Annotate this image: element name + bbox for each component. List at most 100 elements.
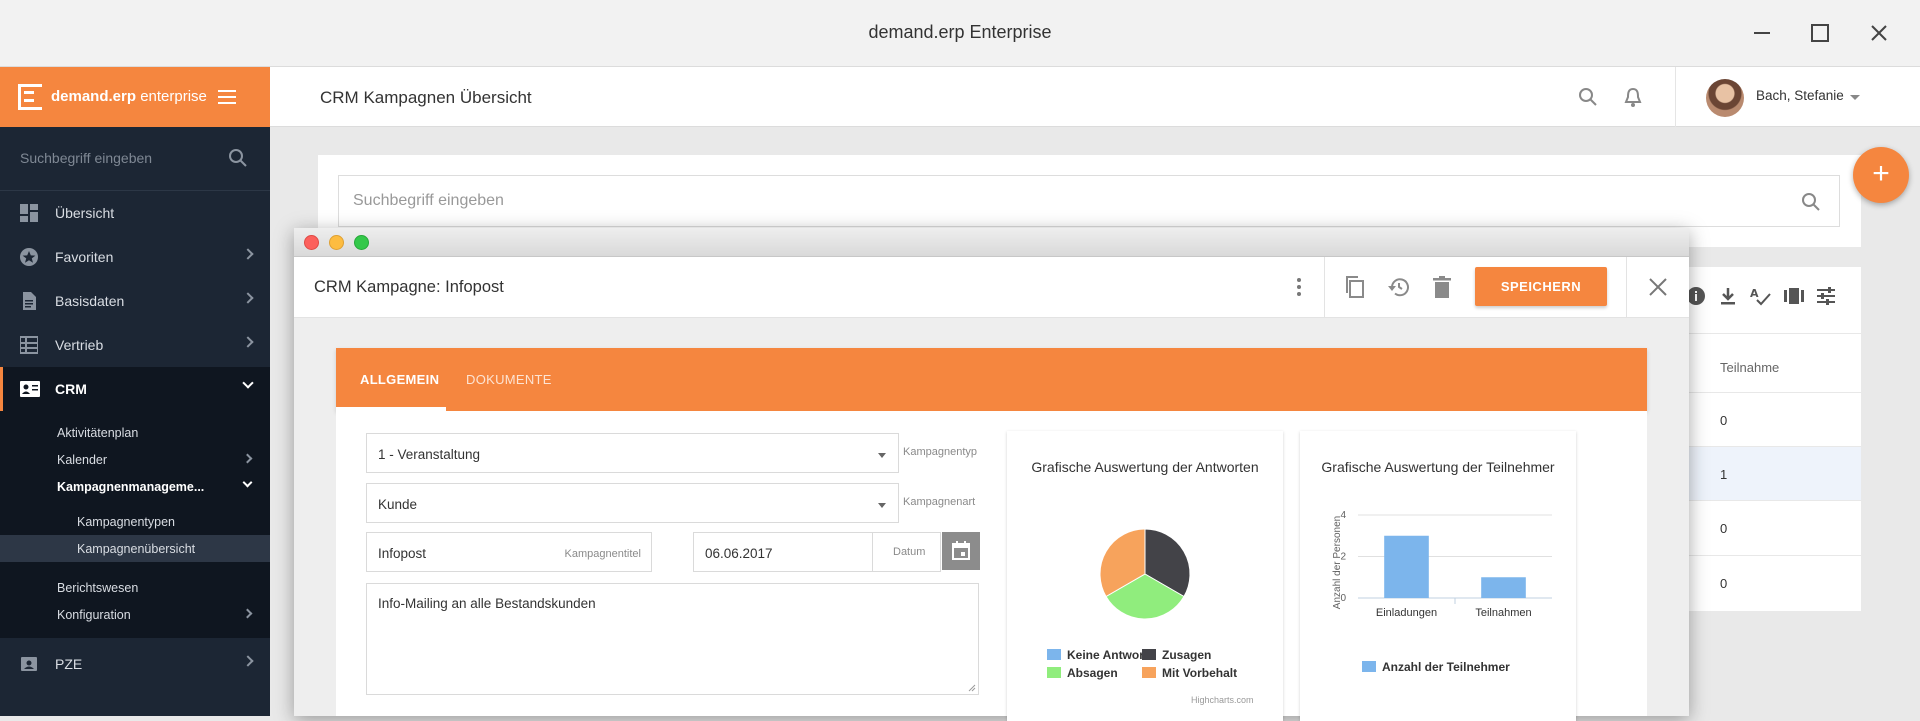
topbar-divider (1675, 67, 1676, 127)
chevron-down-icon (242, 377, 254, 389)
campaign-dialog: CRM Kampagne: Infopost SPEICHERN ALLGEME… (294, 228, 1689, 721)
sidebar-item-favoriten[interactable]: Favoriten (0, 235, 270, 279)
submenu-item-kalender[interactable]: Kalender (0, 446, 270, 473)
minimize-dot-icon[interactable] (329, 235, 344, 250)
sidebar-search[interactable]: Suchbegriff eingeben (0, 127, 270, 191)
legend-item[interactable]: Zusagen (1142, 648, 1211, 662)
sidebar-item-pze[interactable]: PZE (0, 642, 270, 686)
delete-icon[interactable] (1432, 275, 1452, 304)
sidebar-item-vertrieb[interactable]: Vertrieb (0, 323, 270, 367)
minimize-icon[interactable] (1747, 18, 1777, 48)
zoom-dot-icon[interactable] (354, 235, 369, 250)
kampagnenart-label: Kampagnenart (903, 496, 976, 508)
tab-allgemein[interactable]: ALLGEMEIN (360, 372, 439, 387)
list-search-placeholder: Suchbegriff eingeben (353, 192, 504, 209)
sidebar-item-label: Übersicht (55, 205, 115, 221)
user-name[interactable]: Bach, Stefanie (1756, 88, 1844, 103)
table-row[interactable]: 1 (1686, 446, 1861, 500)
datum-label: Datum (893, 546, 926, 558)
x-tick-label: Teilnahmen (1475, 607, 1531, 619)
kampagnentitel-label: Kampagnentitel (564, 548, 641, 560)
dropdown-caret-icon (878, 453, 886, 458)
table-row[interactable]: 0 (1686, 500, 1861, 554)
datum-divider (872, 533, 873, 571)
submenu-item-kampagnenmanagement[interactable]: Kampagnenmanageme... (0, 473, 270, 500)
sidebar: demand.erp enterprise Suchbegriff eingeb… (0, 67, 270, 716)
sidebar-search-input[interactable]: Suchbegriff eingeben (20, 150, 152, 166)
legend-item[interactable]: Mit Vorbehalt (1142, 666, 1237, 680)
datum-input[interactable]: 06.06.2017 Datum (693, 532, 941, 572)
submenu-item-aktivitaetenplan[interactable]: Aktivitätenplan (0, 419, 270, 446)
tab-dokumente[interactable]: DOKUMENTE (466, 372, 552, 387)
chevron-right-icon (242, 608, 253, 619)
submenu-item-kampagnentypen[interactable]: Kampagnentypen (0, 508, 270, 535)
chart-title: Grafische Auswertung der Teilnehmer (1321, 459, 1555, 475)
sidebar-item-uebersicht[interactable]: Übersicht (0, 191, 270, 235)
dialog-title: CRM Kampagne: Infopost (314, 278, 504, 296)
dropdown-caret-icon (878, 503, 886, 508)
sidebar-item-label: Favoriten (55, 249, 114, 265)
kampagnentyp-select[interactable]: 1 - Veranstaltung (366, 433, 899, 473)
table-divider (1686, 333, 1861, 334)
legend-item[interactable]: Anzahl der Teilnehmer (1362, 660, 1510, 674)
kampagnenart-select[interactable]: Kunde (366, 483, 899, 523)
dialog-titlebar[interactable] (294, 228, 1689, 257)
sidebar-item-basisdaten[interactable]: Basisdaten (0, 279, 270, 323)
add-button[interactable]: + (1853, 147, 1909, 203)
sidebar-item-label: PZE (55, 656, 83, 672)
more-vert-icon[interactable] (1296, 277, 1302, 302)
caret-down-icon[interactable] (1850, 95, 1860, 100)
bar-teilnahmen[interactable] (1481, 577, 1526, 598)
kampagnentitel-input[interactable]: Infopost Kampagnentitel (366, 532, 652, 572)
chevron-right-icon (242, 292, 254, 304)
table-row[interactable]: 0 (1686, 555, 1861, 609)
crm-submenu: Aktivitätenplan Kalender Kampagnenmanage… (0, 411, 270, 638)
menu-toggle-icon[interactable] (218, 90, 236, 104)
badge-icon (20, 655, 38, 673)
copy-icon[interactable] (1344, 275, 1366, 304)
beschreibung-textarea[interactable]: Info-Mailing an alle Bestandskunden (366, 583, 979, 695)
search-icon[interactable] (228, 148, 248, 173)
search-icon[interactable] (1578, 87, 1598, 112)
table-row[interactable]: 0 (1686, 392, 1861, 446)
top-bar: CRM Kampagnen Übersicht Bach, Stefanie (270, 67, 1920, 127)
legend-item[interactable]: Absagen (1047, 666, 1118, 680)
column-header-teilnahme[interactable]: Teilnahme (1720, 360, 1779, 375)
list-search-input[interactable]: Suchbegriff eingeben (338, 175, 1840, 227)
calendar-button[interactable] (942, 532, 980, 570)
save-button[interactable]: SPEICHERN (1475, 267, 1607, 306)
logo-icon (18, 84, 42, 110)
sidebar-item-label: Vertrieb (55, 337, 104, 353)
kampagnentyp-label: Kampagnentyp (903, 446, 977, 458)
columns-icon[interactable] (1784, 286, 1804, 311)
chart-credits[interactable]: Highcharts.com (1191, 695, 1254, 705)
close-dot-icon[interactable] (304, 235, 319, 250)
tab-content: 1 - Veranstaltung Kampagnentyp Kunde Kam… (336, 411, 1647, 721)
close-window-icon[interactable] (1864, 18, 1894, 48)
logo-bar: demand.erp enterprise (0, 67, 270, 127)
sidebar-item-crm[interactable]: CRM (0, 367, 270, 411)
bar-einladungen[interactable] (1384, 535, 1429, 598)
maximize-icon[interactable] (1805, 18, 1835, 48)
submenu-item-berichtswesen[interactable]: Berichtswesen (0, 574, 270, 601)
submenu-item-konfiguration[interactable]: Konfiguration (0, 601, 270, 628)
info-icon[interactable] (1686, 286, 1706, 311)
chevron-right-icon (242, 248, 254, 260)
history-icon[interactable] (1387, 275, 1411, 304)
chart-title: Grafische Auswertung der Antworten (1031, 459, 1259, 475)
spellcheck-icon[interactable]: A (1750, 286, 1772, 311)
close-icon[interactable] (1648, 277, 1668, 302)
y-axis-label: Anzahl der Personen (1332, 516, 1343, 609)
avatar[interactable] (1706, 79, 1744, 117)
search-icon[interactable] (1801, 192, 1821, 217)
star-icon (20, 248, 38, 266)
download-icon[interactable] (1718, 286, 1738, 311)
filter-settings-icon[interactable] (1816, 286, 1836, 311)
bell-icon[interactable] (1623, 87, 1643, 114)
table-icon (19, 336, 39, 354)
legend-item[interactable]: Keine Antwort (1047, 648, 1148, 662)
page-title: CRM Kampagnen Übersicht (320, 88, 532, 107)
submenu-item-kampagnenuebersicht[interactable]: Kampagnenübersicht (0, 535, 270, 562)
pie-chart (1099, 528, 1191, 620)
chevron-right-icon (242, 336, 254, 348)
